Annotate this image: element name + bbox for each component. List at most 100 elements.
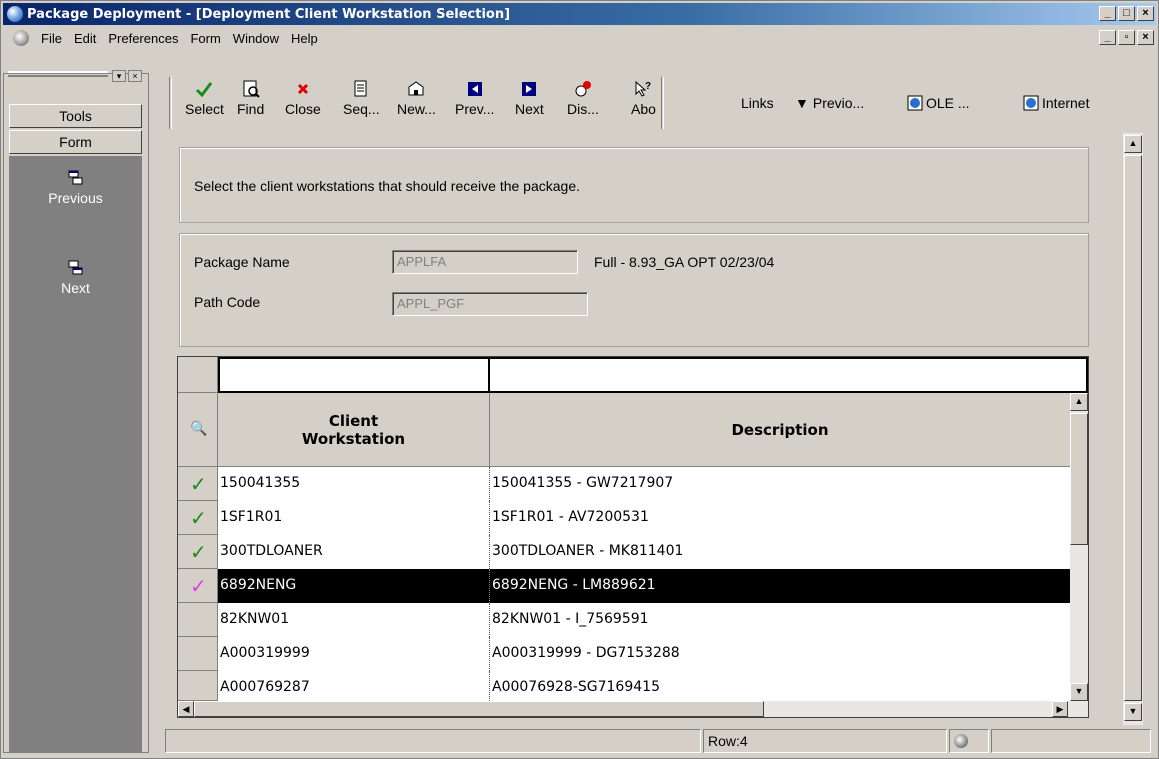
sequence-icon — [354, 80, 367, 97]
form-scroll-down-icon[interactable]: ▼ — [1124, 703, 1142, 721]
links-ole[interactable]: OLE ... — [907, 95, 970, 111]
cell-workstation: 300TDLOANER — [220, 543, 323, 559]
table-row[interactable]: A000769287 A00076928-SG7169415 — [178, 671, 1070, 701]
ole-icon — [907, 95, 923, 111]
menu-form[interactable]: Form — [184, 29, 226, 48]
status-row: Row:4 — [703, 729, 947, 753]
new-button[interactable]: New... — [397, 79, 436, 117]
menu-file[interactable]: File — [35, 29, 68, 48]
row-selector[interactable]: ✓ — [178, 569, 218, 603]
grid-scroll-down-icon[interactable]: ▼ — [1070, 683, 1088, 701]
grid-scroll-up-icon[interactable]: ▲ — [1070, 393, 1088, 411]
package-description: Full - 8.93_GA OPT 02/23/04 — [594, 254, 775, 270]
menu-bar: File Edit Preferences Form Window Help _… — [3, 27, 1156, 49]
check-icon — [196, 82, 213, 98]
prev-button[interactable]: Prev... — [455, 79, 494, 117]
toolbar-separator — [661, 77, 664, 129]
panel-grip[interactable] — [8, 71, 108, 77]
previous-exit[interactable]: Previous — [9, 170, 142, 206]
check-icon: ✓ — [190, 506, 207, 530]
table-row[interactable]: ✓ 1SF1R01 1SF1R01 - AV7200531 — [178, 501, 1070, 535]
display-button[interactable]: Dis... — [567, 79, 599, 117]
close-button[interactable]: Close — [285, 79, 321, 117]
links-previous[interactable]: ▼ Previo... — [795, 95, 864, 111]
mdi-close-button[interactable]: × — [1137, 30, 1154, 45]
check-icon: ✓ — [190, 540, 207, 564]
status-bar: Row:4 — [165, 727, 1155, 755]
find-button[interactable]: Find — [237, 79, 264, 117]
next-exit-label: Next — [61, 280, 90, 296]
sequence-button[interactable]: Seq... — [343, 79, 380, 117]
column-header-workstation[interactable]: Client Workstation — [218, 393, 490, 467]
grid-scroll-left-icon[interactable]: ◀ — [178, 701, 194, 717]
system-menu-icon[interactable] — [13, 30, 29, 46]
menu-edit[interactable]: Edit — [68, 29, 102, 48]
grid-select-header[interactable]: 🔍 — [178, 393, 218, 467]
app-icon — [7, 6, 23, 22]
path-code-label: Path Code — [194, 294, 261, 310]
table-row[interactable]: A000319999 A000319999 - DG7153288 — [178, 637, 1070, 671]
new-icon — [408, 81, 424, 96]
form-scroll-up-icon[interactable]: ▲ — [1124, 135, 1142, 153]
path-code-field[interactable]: APPL_PGF — [392, 292, 588, 316]
minimize-button[interactable]: _ — [1099, 6, 1116, 21]
package-name-label: Package Name — [194, 254, 290, 270]
package-name-field[interactable]: APPLFA — [392, 250, 578, 274]
mdi-minimize-button[interactable]: _ — [1099, 30, 1116, 45]
tools-tab[interactable]: Tools — [9, 104, 142, 128]
form-vertical-scrollbar[interactable]: ▲ ▼ — [1123, 133, 1143, 725]
mdi-restore-button[interactable]: ▫ — [1118, 30, 1135, 45]
cell-workstation: A000319999 — [220, 645, 310, 661]
row-selector[interactable]: ✓ — [178, 535, 218, 569]
cell-description: 82KNW01 - I_7569591 — [492, 611, 649, 627]
form-scroll-thumb[interactable] — [1124, 155, 1142, 701]
check-icon: ✓ — [190, 472, 207, 496]
qbe-description-input[interactable] — [490, 357, 1088, 393]
status-icon-panel — [949, 729, 989, 753]
next-exit[interactable]: Next — [9, 260, 142, 296]
row-selector[interactable] — [178, 603, 218, 637]
panel-close-icon[interactable]: × — [128, 70, 142, 82]
cell-workstation: 150041355 — [220, 475, 301, 491]
previous-exit-label: Previous — [48, 190, 103, 206]
links-menu[interactable]: Links — [741, 95, 774, 111]
cell-workstation: A000769287 — [220, 679, 310, 695]
next-icon — [522, 82, 537, 96]
maximize-button[interactable]: □ — [1118, 6, 1135, 21]
row-selector[interactable] — [178, 671, 218, 701]
title-bar[interactable]: Package Deployment - [Deployment Client … — [3, 3, 1156, 25]
qbe-workstation-input[interactable] — [218, 357, 490, 393]
table-row[interactable]: ✓ 150041355 150041355 - GW7217907 — [178, 467, 1070, 501]
grid-hscroll-thumb[interactable] — [194, 701, 764, 717]
column-header-description[interactable]: Description — [490, 393, 1070, 467]
next-icon — [68, 260, 82, 275]
row-selector[interactable]: ✓ — [178, 501, 218, 535]
table-row-selected[interactable]: ✓ 6892NENG 6892NENG - LM889621 — [178, 569, 1070, 603]
table-row[interactable]: ✓ 300TDLOANER 300TDLOANER - MK811401 — [178, 535, 1070, 569]
select-button[interactable]: Select — [185, 79, 224, 117]
row-selector[interactable] — [178, 637, 218, 671]
menu-window[interactable]: Window — [227, 29, 285, 48]
grid-vertical-scrollbar[interactable]: ▲ ▼ — [1070, 393, 1088, 701]
row-selector[interactable]: ✓ — [178, 467, 218, 501]
header-fields-box: Package Name APPLFA Full - 8.93_GA OPT 0… — [179, 233, 1089, 347]
prev-icon — [467, 82, 482, 96]
about-button[interactable]: ? Abo — [631, 79, 656, 117]
table-row[interactable]: 82KNW01 82KNW01 - I_7569591 — [178, 603, 1070, 637]
cell-workstation: 82KNW01 — [220, 611, 290, 627]
menu-preferences[interactable]: Preferences — [102, 29, 184, 48]
status-extra — [991, 729, 1151, 753]
grid-scroll-thumb[interactable] — [1070, 413, 1088, 545]
grid-horizontal-scrollbar[interactable]: ◀ ▶ — [178, 701, 1088, 717]
cell-description: A000319999 - DG7153288 — [492, 645, 680, 661]
grid-scroll-right-icon[interactable]: ▶ — [1052, 701, 1068, 717]
application-window: Package Deployment - [Deployment Client … — [0, 0, 1159, 759]
links-internet[interactable]: Internet — [1023, 95, 1089, 111]
form-tab[interactable]: Form — [9, 130, 142, 154]
internet-icon — [1023, 95, 1039, 111]
panel-dropdown-icon[interactable]: ▾ — [112, 70, 126, 82]
next-button[interactable]: Next — [515, 79, 544, 117]
cell-description: 1SF1R01 - AV7200531 — [492, 509, 649, 525]
close-window-button[interactable]: × — [1137, 6, 1154, 21]
menu-help[interactable]: Help — [285, 29, 324, 48]
